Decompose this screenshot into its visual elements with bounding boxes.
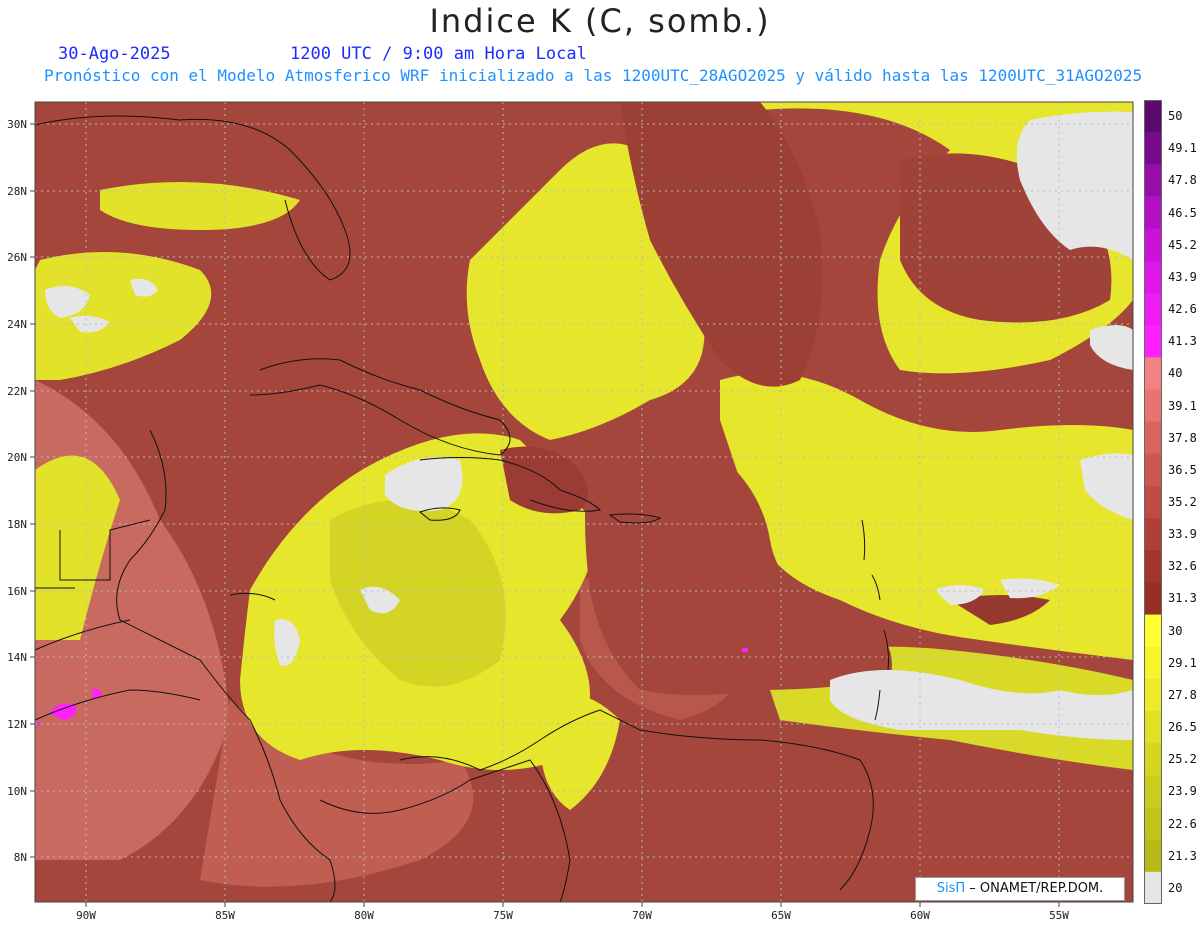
- legend-level-label: 35.2: [1168, 495, 1197, 509]
- legend-level-label: 30: [1168, 623, 1183, 638]
- legend-level-label: 43.9: [1168, 269, 1197, 284]
- legend-swatch: [1144, 550, 1162, 583]
- legend-swatch: [1144, 614, 1162, 648]
- legend-level-label: 26.5: [1168, 720, 1197, 735]
- legend-swatch: [1144, 807, 1162, 841]
- legend-level-label: 23.9: [1168, 784, 1197, 799]
- credit-box: SisΠ – ONAMET/REP.DOM.: [915, 877, 1125, 901]
- legend-swatch: [1144, 485, 1162, 519]
- color-legend-bar: [1144, 100, 1162, 904]
- legend-swatch: [1144, 100, 1162, 133]
- legend-level-label: 42.6: [1168, 302, 1197, 317]
- credit-text: – ONAMET/REP.DOM.: [969, 881, 1104, 896]
- lat-label: 16N: [7, 585, 27, 598]
- lat-label: 22N: [7, 385, 27, 398]
- legend-level-label: 31.3: [1168, 591, 1197, 606]
- lat-label: 18N: [7, 518, 27, 531]
- legend-level-label: 22.6: [1168, 816, 1197, 831]
- legend-swatch: [1144, 839, 1162, 873]
- legend-swatch: [1144, 711, 1162, 744]
- brand-logo-text: SisΠ: [936, 881, 966, 896]
- legend-level-label: 46.5: [1168, 205, 1197, 220]
- legend-swatch: [1144, 132, 1162, 165]
- lon-label: 85W: [215, 909, 235, 922]
- legend-level-label: 29.1: [1168, 655, 1197, 670]
- legend-swatch: [1144, 292, 1162, 326]
- legend-swatch: [1144, 357, 1162, 390]
- legend-swatch: [1144, 389, 1162, 423]
- legend-level-label: 27.8: [1168, 687, 1197, 702]
- k-index-field: [35, 102, 1133, 902]
- lat-label: 10N: [7, 785, 27, 798]
- lat-label: 8N: [14, 851, 27, 864]
- lon-label: 60W: [910, 909, 930, 922]
- lon-label: 80W: [354, 909, 374, 922]
- legend-swatch: [1144, 743, 1162, 776]
- lat-label: 28N: [7, 185, 27, 198]
- lon-label: 65W: [771, 909, 791, 922]
- legend-level-label: 32.6: [1168, 559, 1197, 574]
- legend-swatch: [1144, 228, 1162, 262]
- lat-label: 12N: [7, 718, 27, 731]
- lon-label: 75W: [493, 909, 513, 922]
- legend-level-label: 41.3: [1168, 334, 1197, 349]
- lat-label: 14N: [7, 651, 27, 664]
- legend-swatch: [1144, 421, 1162, 455]
- legend-level-label: 37.8: [1168, 430, 1197, 445]
- legend-swatch: [1144, 518, 1162, 551]
- lat-label: 30N: [7, 118, 27, 131]
- legend-level-label: 33.9: [1168, 527, 1197, 542]
- legend-level-label: 45.2: [1168, 237, 1197, 252]
- weather-map: 30N 28N 26N 24N 22N 20N 18N 16N 14N 12N …: [7, 101, 1134, 922]
- legend-swatch: [1144, 775, 1162, 809]
- legend-level-label: 39.1: [1168, 398, 1197, 413]
- legend-swatch: [1144, 453, 1162, 487]
- legend-level-label: 49.1: [1168, 141, 1197, 156]
- legend-level-label: 25.2: [1168, 752, 1197, 767]
- legend-swatch: [1144, 260, 1162, 294]
- lat-label: 26N: [7, 251, 27, 264]
- lat-label: 20N: [7, 451, 27, 464]
- legend-swatch: [1144, 325, 1162, 358]
- legend-swatch: [1144, 678, 1162, 712]
- legend-level-label: 20: [1168, 880, 1183, 895]
- legend-level-label: 36.5: [1168, 462, 1197, 477]
- legend-swatch: [1144, 164, 1162, 197]
- legend-swatch: [1144, 646, 1162, 680]
- legend-swatch: [1144, 871, 1162, 904]
- lon-label: 90W: [76, 909, 96, 922]
- legend-level-label: 47.8: [1168, 173, 1197, 188]
- legend-swatch: [1144, 582, 1162, 616]
- lon-label: 55W: [1049, 909, 1069, 922]
- lat-label: 24N: [7, 318, 27, 331]
- lon-label: 70W: [632, 909, 652, 922]
- legend-level-label: 40: [1168, 366, 1183, 381]
- legend-swatch: [1144, 196, 1162, 230]
- legend-level-label: 21.3: [1168, 848, 1197, 863]
- legend-level-label: 50: [1168, 109, 1183, 124]
